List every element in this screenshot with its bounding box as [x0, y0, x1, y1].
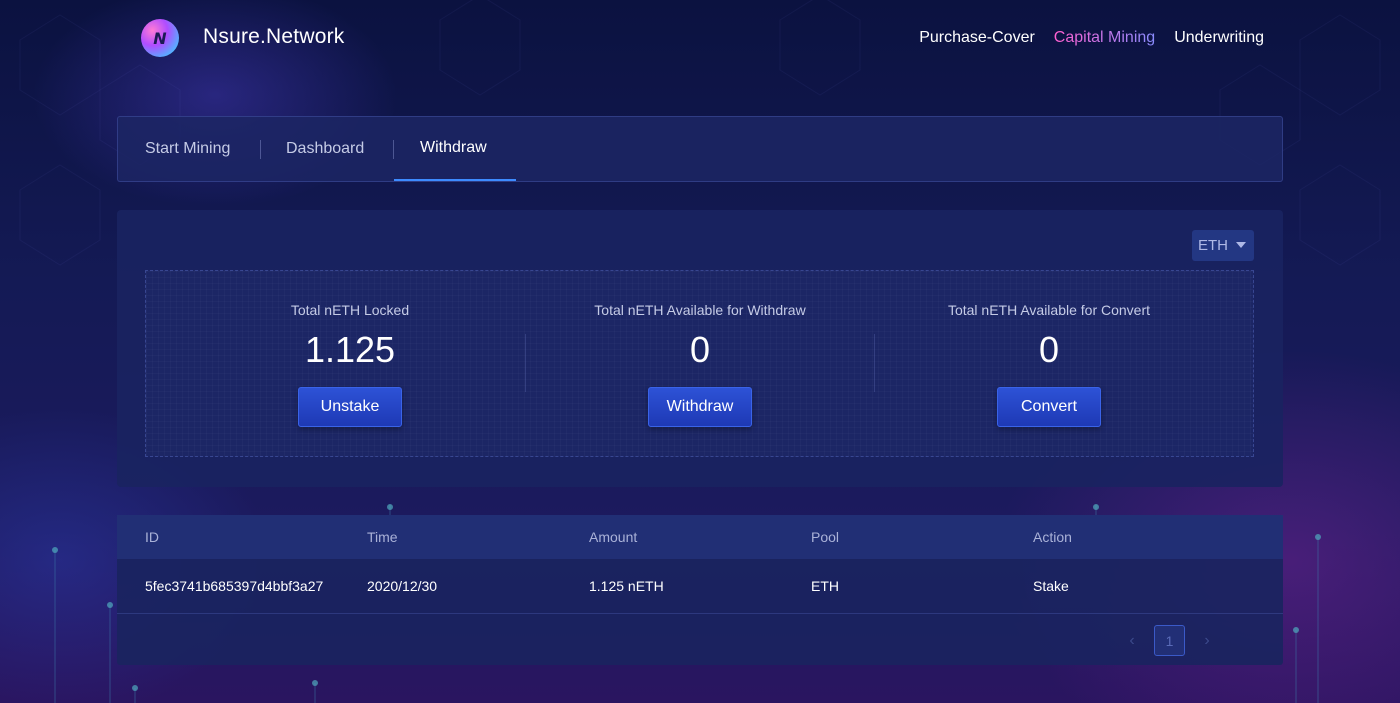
- column-header-amount: Amount: [589, 529, 638, 545]
- tab-withdraw[interactable]: Withdraw: [420, 116, 487, 180]
- caret-down-icon: [1236, 242, 1246, 248]
- cell-amount: 1.125 nETH: [589, 578, 664, 594]
- nsure-logo-icon[interactable]: N: [141, 19, 179, 57]
- prev-page-icon[interactable]: ‹: [1117, 625, 1147, 656]
- stat-value: 0: [1038, 329, 1060, 370]
- table-header: ID Time Amount Pool Action: [117, 515, 1283, 559]
- transactions-table: ID Time Amount Pool Action 5fec3741b6853…: [117, 515, 1283, 665]
- top-header: N Nsure.Network Purchase-Cover Capital M…: [0, 0, 1400, 80]
- stat-value: 1.125: [304, 329, 396, 370]
- unstake-button[interactable]: Unstake: [298, 387, 402, 427]
- page-number[interactable]: 1: [1154, 625, 1185, 656]
- stat-value: 0: [689, 329, 711, 370]
- tab-dashboard[interactable]: Dashboard: [286, 117, 364, 181]
- stat-convert: Total nETH Available for Convert 0 Conve…: [874, 271, 1224, 458]
- token-select-value: ETH: [1198, 237, 1228, 254]
- mining-tabs-panel: Start Mining Dashboard Withdraw: [117, 116, 1283, 182]
- stats-box: Total nETH Locked 1.125 Unstake Total nE…: [145, 270, 1254, 457]
- token-select[interactable]: ETH: [1192, 230, 1254, 261]
- column-header-time: Time: [367, 529, 398, 545]
- cell-action: Stake: [1033, 578, 1069, 594]
- stat-withdraw: Total nETH Available for Withdraw 0 With…: [525, 271, 875, 458]
- cell-time: 2020/12/30: [367, 578, 438, 594]
- convert-button[interactable]: Convert: [997, 387, 1101, 427]
- stat-label: Total nETH Available for Convert: [947, 302, 1151, 318]
- brand-name[interactable]: Nsure.Network: [203, 25, 344, 49]
- nav-capital-mining[interactable]: Capital Mining: [1054, 29, 1155, 47]
- stat-locked: Total nETH Locked 1.125 Unstake: [175, 271, 525, 458]
- column-header-id: ID: [145, 529, 159, 545]
- nav-purchase-cover[interactable]: Purchase-Cover: [919, 29, 1035, 47]
- cell-pool: ETH: [811, 578, 839, 594]
- pagination: ‹ 1 ›: [1117, 625, 1237, 656]
- active-tab-indicator: [394, 179, 516, 181]
- withdraw-button[interactable]: Withdraw: [648, 387, 752, 427]
- withdraw-stats-panel: ETH Total nETH Locked 1.125 Unstake Tota…: [117, 210, 1283, 487]
- next-page-icon[interactable]: ›: [1192, 625, 1222, 656]
- cell-id: 5fec3741b685397d4bbf3a27: [145, 578, 324, 594]
- top-nav: Purchase-Cover Capital Mining Underwriti…: [900, 29, 1264, 47]
- tab-divider: [393, 140, 394, 159]
- nav-underwriting[interactable]: Underwriting: [1174, 29, 1264, 47]
- table-row[interactable]: 5fec3741b685397d4bbf3a27 2020/12/30 1.12…: [117, 559, 1283, 614]
- stat-label: Total nETH Locked: [290, 302, 410, 318]
- stat-label: Total nETH Available for Withdraw: [594, 302, 806, 318]
- column-header-action: Action: [1033, 529, 1072, 545]
- tab-divider: [260, 140, 261, 159]
- tab-start-mining[interactable]: Start Mining: [145, 117, 230, 181]
- column-header-pool: Pool: [811, 529, 840, 545]
